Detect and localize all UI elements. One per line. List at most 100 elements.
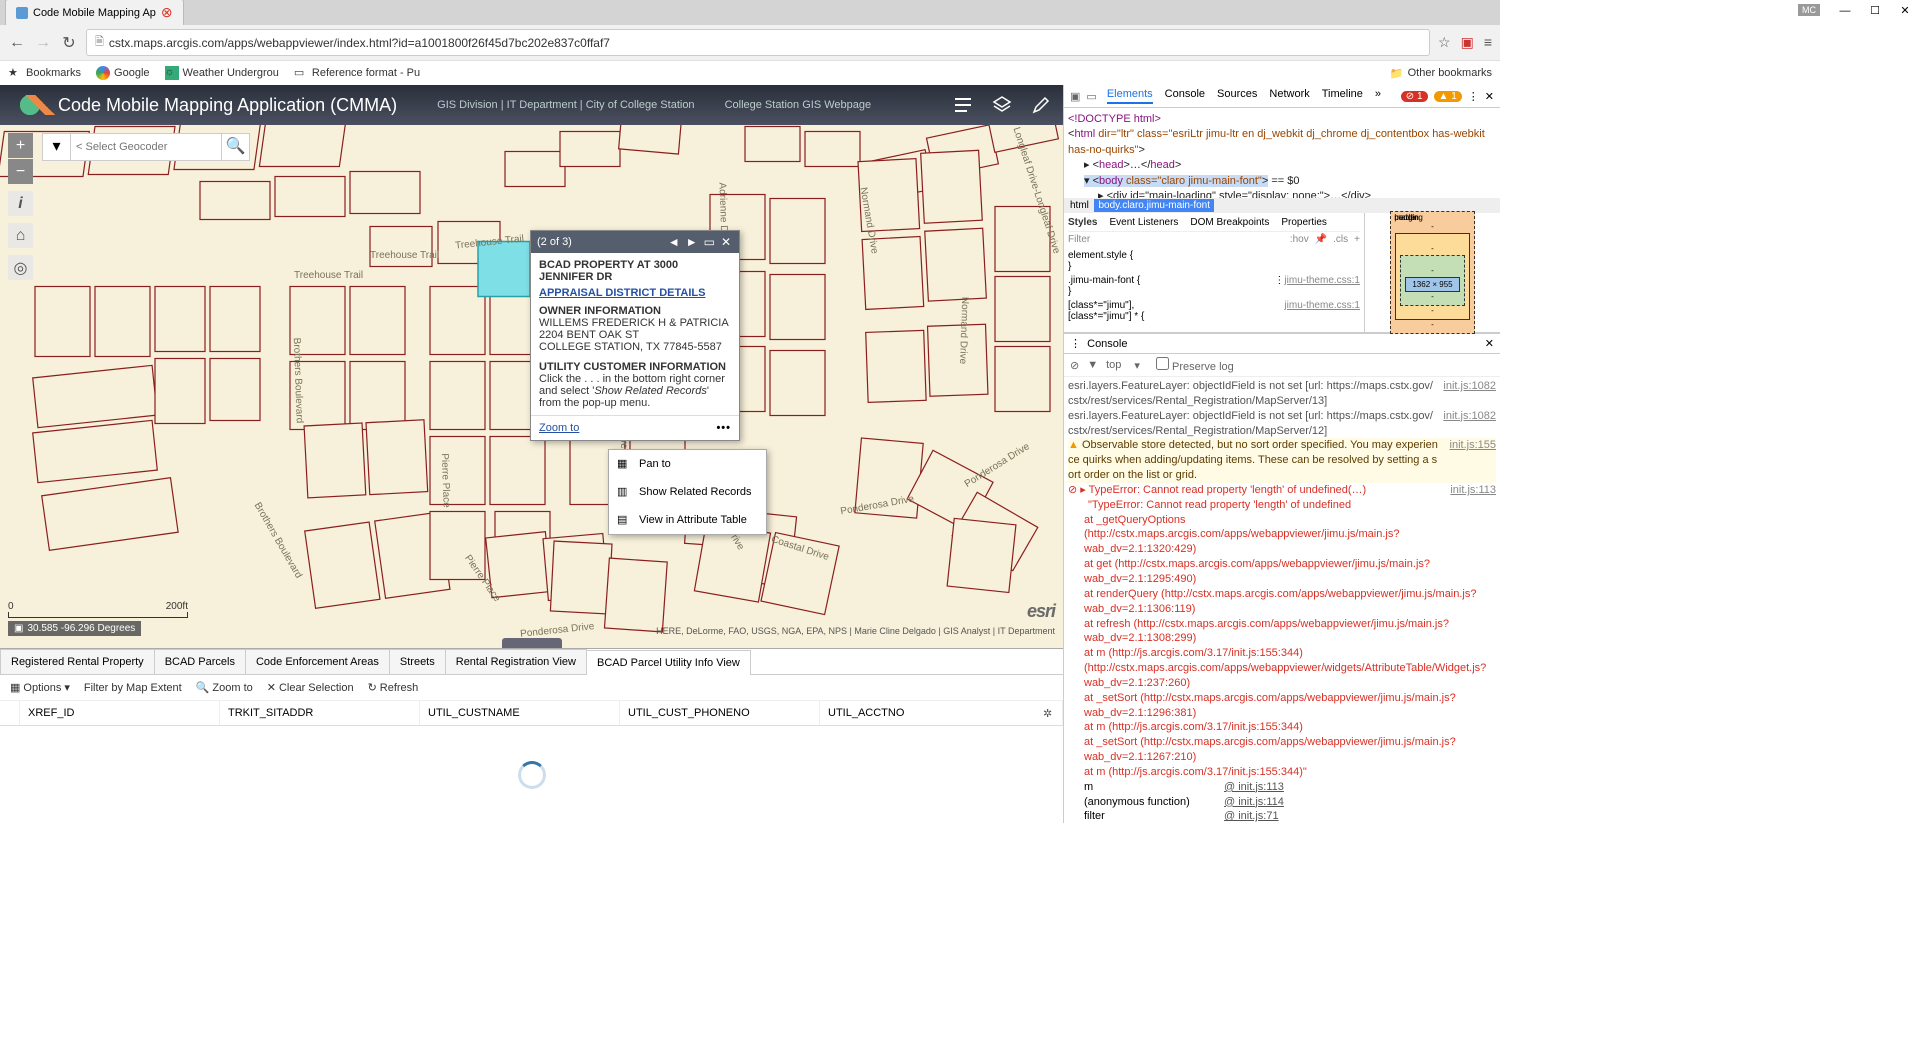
filter-icon[interactable]: ▼: [1087, 359, 1098, 371]
clear-selection-tool[interactable]: ✕Clear Selection: [267, 681, 354, 694]
minimize-button[interactable]: —: [1830, 0, 1860, 22]
popup-next-icon[interactable]: ►: [684, 235, 700, 249]
bookmark-reference[interactable]: ▭Reference format - Pu: [294, 66, 420, 80]
add-rule-icon[interactable]: +: [1354, 234, 1360, 245]
at-tab-registered[interactable]: Registered Rental Property: [0, 649, 155, 674]
zoom-to-tool[interactable]: 🔍Zoom to: [196, 681, 253, 694]
device-icon[interactable]: ▭: [1086, 90, 1096, 103]
console-close-icon[interactable]: ✕: [1485, 337, 1494, 350]
row-selector-header[interactable]: [0, 701, 20, 725]
table-settings-icon[interactable]: ✲: [1043, 707, 1057, 721]
bookmark-google[interactable]: Google: [96, 66, 149, 80]
tab-network[interactable]: Network: [1269, 88, 1309, 104]
zoom-out-button[interactable]: −: [8, 159, 33, 184]
at-tab-streets[interactable]: Streets: [389, 649, 446, 674]
options-tool[interactable]: ▦Options▾: [10, 681, 70, 694]
url-input[interactable]: 🗎 cstx.maps.arcgis.com/apps/webappviewer…: [86, 29, 1430, 56]
other-bookmarks[interactable]: 📁Other bookmarks: [1390, 67, 1492, 80]
close-button[interactable]: ✕: [1890, 0, 1920, 22]
filter-label[interactable]: Filter: [1068, 234, 1090, 245]
popup-maximize-icon[interactable]: ▭: [702, 235, 717, 249]
warn-count-badge[interactable]: ▲ 1: [1434, 91, 1462, 102]
zoom-to-link[interactable]: Zoom to: [539, 422, 579, 434]
search-button[interactable]: 🔍: [221, 134, 249, 160]
col-phone[interactable]: UTIL_CUST_PHONENO: [620, 701, 820, 725]
forward-button[interactable]: →: [34, 34, 52, 52]
app-link[interactable]: College Station GIS Webpage: [725, 99, 872, 111]
drawer-menu-icon[interactable]: ⋮: [1070, 338, 1081, 350]
legend-icon[interactable]: [951, 93, 975, 117]
edit-icon[interactable]: [1029, 93, 1053, 117]
inspect-icon[interactable]: ▣: [1070, 90, 1080, 103]
subtab-props[interactable]: Properties: [1281, 217, 1327, 228]
console-output[interactable]: esri.layers.FeatureLayer: objectIdField …: [1064, 377, 1500, 823]
attribute-table-toggle[interactable]: [502, 638, 562, 648]
devtools-header: ▣ ▭ Elements Console Sources Network Tim…: [1064, 85, 1500, 108]
elements-tree[interactable]: <!DOCTYPE html> <html dir="ltr" class="e…: [1064, 108, 1500, 198]
tab-console[interactable]: Console: [1165, 88, 1205, 104]
at-tab-rental[interactable]: Rental Registration View: [445, 649, 587, 674]
subtab-styles[interactable]: Styles: [1068, 217, 1097, 228]
at-tab-code[interactable]: Code Enforcement Areas: [245, 649, 390, 674]
attribute-headers: XREF_ID TRKIT_SITADDR UTIL_CUSTNAME UTIL…: [0, 701, 1063, 726]
selected-parcel[interactable]: [478, 242, 530, 297]
esri-logo-icon: esri: [1027, 601, 1055, 622]
cls-toggle[interactable]: .cls: [1333, 234, 1348, 245]
appraisal-link[interactable]: APPRAISAL DISTRICT DETAILS: [539, 287, 731, 299]
profile-badge[interactable]: MC: [1798, 4, 1820, 16]
layers-icon[interactable]: [990, 93, 1014, 117]
rule-jimu[interactable]: jimu-theme.css:1.jimu-main-font { ⋮}: [1068, 275, 1360, 297]
col-sitaddr[interactable]: TRKIT_SITADDR: [220, 701, 420, 725]
map[interactable]: Treehouse Trail Treehouse Trail Treehous…: [0, 125, 1063, 648]
subtab-listeners[interactable]: Event Listeners: [1109, 217, 1178, 228]
show-related-item[interactable]: ▥ Show Related Records: [609, 478, 766, 506]
tab-sources[interactable]: Sources: [1217, 88, 1257, 104]
tab-more-icon[interactable]: »: [1375, 88, 1381, 104]
context-selector[interactable]: top: [1106, 359, 1121, 371]
subtab-dom-bp[interactable]: DOM Breakpoints: [1190, 217, 1269, 228]
refresh-tool[interactable]: ↻Refresh: [368, 681, 419, 694]
box-dimensions: 1362 × 955: [1405, 277, 1459, 292]
col-custname[interactable]: UTIL_CUSTNAME: [420, 701, 620, 725]
reload-button[interactable]: ↻: [60, 33, 78, 53]
col-acct[interactable]: UTIL_ACCTNO: [820, 701, 1063, 725]
pan-to-item[interactable]: ▦ Pan to: [609, 450, 766, 478]
preserve-log-checkbox[interactable]: [1156, 357, 1169, 370]
devtools-menu-icon[interactable]: ⋮: [1468, 90, 1479, 103]
view-in-table-item[interactable]: ▤ View in Attribute Table: [609, 506, 766, 534]
locate-button[interactable]: ◎: [8, 255, 33, 280]
menu-icon[interactable]: ≡: [1484, 34, 1492, 51]
info-button[interactable]: i: [8, 191, 33, 216]
rule-multi[interactable]: jimu-theme.css:1[class*="jimu"], [class*…: [1068, 300, 1360, 322]
devtools-close-icon[interactable]: ✕: [1485, 90, 1494, 103]
filter-extent-tool[interactable]: Filter by Map Extent: [84, 682, 182, 694]
at-tab-bcad[interactable]: BCAD Parcels: [154, 649, 246, 674]
console-drawer-tab[interactable]: Console: [1087, 338, 1127, 350]
error-count-badge[interactable]: ⊘ 1: [1401, 91, 1428, 102]
star-icon[interactable]: ☆: [1438, 34, 1451, 51]
tab-timeline[interactable]: Timeline: [1322, 88, 1363, 104]
bookmark-bookmarks[interactable]: ★Bookmarks: [8, 66, 81, 80]
geocoder-dropdown[interactable]: ▾: [43, 134, 71, 160]
home-button[interactable]: ⌂: [8, 223, 33, 248]
zoom-in-button[interactable]: +: [8, 133, 33, 158]
bookmark-weather[interactable]: ☼Weather Undergrou: [165, 66, 279, 80]
at-tab-utility[interactable]: BCAD Parcel Utility Info View: [586, 650, 751, 675]
rule-element[interactable]: element.style {}: [1068, 250, 1360, 272]
pdf-icon[interactable]: ▣: [1461, 34, 1474, 51]
browser-tab[interactable]: Code Mobile Mapping Ap ⊗: [5, 0, 184, 25]
search-input[interactable]: [71, 134, 221, 160]
popup-close-icon[interactable]: ✕: [719, 235, 733, 249]
utility-text: Click the . . . in the bottom right corn…: [539, 373, 731, 409]
popup-prev-icon[interactable]: ◄: [666, 235, 682, 249]
tab-elements[interactable]: Elements: [1107, 88, 1153, 104]
pin-icon[interactable]: 📌: [1315, 234, 1327, 245]
back-button[interactable]: ←: [8, 34, 26, 52]
site-info-icon[interactable]: 🗎: [95, 33, 104, 52]
tab-close-icon[interactable]: ⊗: [161, 4, 173, 21]
maximize-button[interactable]: ☐: [1860, 0, 1890, 22]
popup-actions-icon[interactable]: •••: [716, 422, 731, 434]
hov-toggle[interactable]: :hov: [1290, 234, 1309, 245]
clear-console-icon[interactable]: ⊘: [1070, 359, 1079, 372]
col-xref[interactable]: XREF_ID: [20, 701, 220, 725]
